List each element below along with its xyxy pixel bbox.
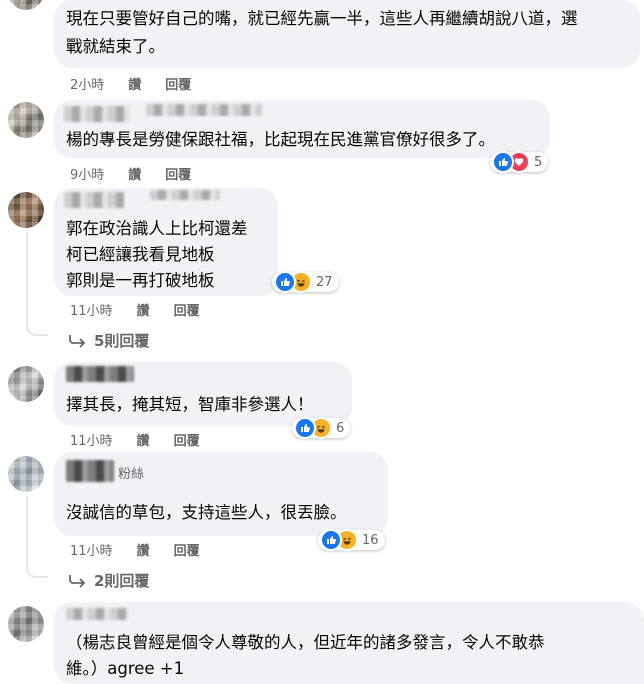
fan-badge: 粉絲: [118, 467, 145, 482]
timestamp[interactable]: 11小時: [70, 540, 113, 559]
comment-text-line: （楊志良曾經是個令人尊敬的人，但近年的諸多發言，令人不敢恭: [66, 633, 545, 652]
comment-meta: 11小時 讚 回覆: [70, 300, 224, 319]
like-button[interactable]: 讚: [137, 300, 150, 319]
reply-button[interactable]: 回覆: [174, 430, 200, 449]
reactions-summary[interactable]: 27: [272, 271, 339, 293]
commenter-name[interactable]: [150, 190, 220, 200]
timestamp[interactable]: 11小時: [70, 300, 113, 319]
comment-text-line: 郭則是一再打破地板: [66, 271, 215, 290]
commenter-name[interactable]: [64, 192, 124, 208]
replies-count: 2則回覆: [94, 572, 150, 590]
avatar[interactable]: [8, 606, 44, 642]
timestamp[interactable]: 9小時: [70, 164, 104, 183]
timestamp[interactable]: 11小時: [70, 430, 113, 449]
comment-text-line: 維。）agree +1: [66, 659, 185, 678]
thread-line: [26, 496, 48, 578]
like-icon: [320, 529, 342, 551]
like-button[interactable]: 讚: [137, 540, 150, 559]
comment-meta: 9小時 讚 回覆: [70, 164, 215, 183]
commenter-name[interactable]: [66, 366, 134, 382]
like-button[interactable]: 讚: [128, 74, 141, 93]
reactions-summary[interactable]: 6: [292, 417, 351, 439]
comment-text-line: 戰就結束了。: [66, 37, 165, 56]
reaction-count: 6: [336, 420, 345, 436]
reply-button[interactable]: 回覆: [165, 74, 191, 93]
view-replies-link[interactable]: 5則回覆: [68, 330, 149, 351]
comment-text: 沒誠信的草包，支持這些人，很丟臉。: [66, 503, 347, 522]
like-button[interactable]: 讚: [128, 164, 141, 183]
like-icon: [294, 417, 316, 439]
commenter-name[interactable]: [146, 104, 262, 116]
comment-text: 擇其長，掩其短，智庫非參選人！: [66, 395, 314, 414]
avatar[interactable]: [8, 456, 44, 492]
like-button[interactable]: 讚: [137, 430, 150, 449]
avatar[interactable]: [8, 0, 44, 10]
comment-text-line: 現在只要管好自己的嘴，就已經先贏一半，這些人再繼續胡說八道，選: [66, 9, 578, 28]
replies-count: 5則回覆: [94, 332, 150, 350]
like-icon: [492, 151, 514, 173]
comment-text: 楊的專長是勞健保跟社福，比起現在民進黨官僚好很多了。: [66, 130, 495, 149]
commenter-name[interactable]: [66, 608, 128, 620]
view-replies-link[interactable]: 2則回覆: [68, 570, 149, 591]
reactions-summary[interactable]: 16: [318, 529, 385, 551]
commenter-name[interactable]: [66, 460, 114, 482]
comment-bubble: 郭在政治識人上比柯還差 柯已經讓我看見地板 郭則是一再打破地板: [54, 188, 278, 296]
comment-bubble: 楊的專長是勞健保跟社福，比起現在民進黨官僚好很多了。: [54, 100, 550, 158]
avatar[interactable]: [8, 102, 44, 138]
reply-arrow-icon: [69, 574, 86, 588]
avatar[interactable]: [8, 192, 44, 228]
timestamp[interactable]: 2小時: [70, 74, 104, 93]
reactions-summary[interactable]: 5: [490, 151, 549, 173]
reaction-count: 27: [316, 274, 333, 290]
like-icon: [274, 271, 296, 293]
thread-line: [26, 232, 48, 336]
comment-text-line: 郭在政治識人上比柯還差: [66, 219, 248, 238]
comment-text-line: 柯已經讓我看見地板: [66, 245, 215, 264]
comment-bubble: 現在只要管好自己的嘴，就已經先贏一半，這些人再繼續胡說八道，選 戰就結束了。: [54, 0, 640, 68]
commenter-name[interactable]: [64, 106, 130, 122]
comment-meta: 11小時 讚 回覆: [70, 430, 224, 449]
avatar[interactable]: [8, 366, 44, 402]
reply-button[interactable]: 回覆: [174, 300, 200, 319]
reply-arrow-icon: [69, 334, 86, 348]
reply-button[interactable]: 回覆: [165, 164, 191, 183]
reaction-count: 5: [534, 154, 543, 170]
comment-meta: 2小時 讚 回覆: [70, 74, 215, 93]
comment-meta: 11小時 讚 回覆: [70, 540, 224, 559]
comment-bubble: （楊志良曾經是個令人尊敬的人，但近年的諸多發言，令人不敢恭 維。）agree +…: [54, 602, 644, 684]
reaction-count: 16: [362, 532, 379, 548]
reply-button[interactable]: 回覆: [174, 540, 200, 559]
comment-bubble: 粉絲 沒誠信的草包，支持這些人，很丟臉。: [54, 452, 388, 536]
